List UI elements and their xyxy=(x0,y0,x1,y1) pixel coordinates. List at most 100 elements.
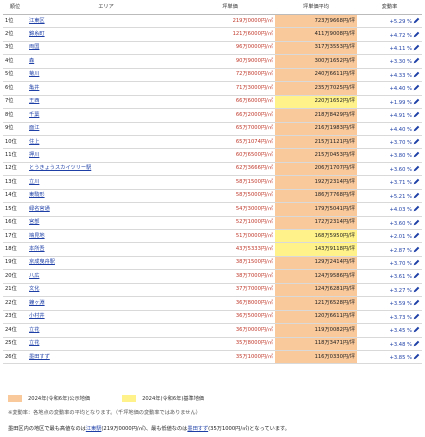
area-cell: 菊川 xyxy=(27,68,185,83)
area-link[interactable]: 立花 xyxy=(29,327,39,333)
area-cell: 面江 xyxy=(27,122,185,136)
pen-icon[interactable] xyxy=(413,232,420,239)
table-row: 9位 面江 65万7000円/㎡ 216万1983円/坪 +4.40 % xyxy=(3,122,422,136)
pen-icon[interactable] xyxy=(413,138,420,145)
pen-icon[interactable] xyxy=(413,299,420,306)
tsubo-price-cell: 300万1652円/坪 xyxy=(275,54,357,69)
area-link[interactable]: 両国 xyxy=(29,44,39,50)
pen-icon[interactable] xyxy=(413,259,420,266)
land-price-cell: 219万0000円/㎡ xyxy=(185,14,275,29)
land-price-cell: 38万1500円/㎡ xyxy=(185,256,275,271)
area-link[interactable]: 京成曳舟駅 xyxy=(29,259,55,265)
area-link[interactable]: 錦糸町 xyxy=(29,31,45,37)
pen-icon[interactable] xyxy=(413,17,420,24)
pen-icon[interactable] xyxy=(413,192,420,199)
tsubo-price-cell: 411万9008円/坪 xyxy=(275,27,357,42)
change-rate-cell: +3.61 % xyxy=(357,269,422,284)
rank-cell: 9位 xyxy=(3,122,27,136)
land-price-cell: 52万1000円/㎡ xyxy=(185,216,275,231)
change-rate-value: +4.72 % xyxy=(389,32,412,39)
change-rate-cell: +3.30 % xyxy=(357,54,422,69)
lowest-area-link[interactable]: 墨田すず xyxy=(187,426,208,432)
pen-icon[interactable] xyxy=(413,205,420,212)
land-price-cell: 37万7000円/㎡ xyxy=(185,283,275,298)
change-rate-cell: +2.87 % xyxy=(357,242,422,257)
area-link[interactable]: 文化 xyxy=(29,286,39,292)
area-link[interactable]: 墨田すず xyxy=(29,354,50,360)
tsubo-price-cell: 723万9668円/坪 xyxy=(275,14,357,29)
area-link[interactable]: 森 xyxy=(29,58,34,64)
land-price-cell: 71万3000円/㎡ xyxy=(185,81,275,96)
pen-icon[interactable] xyxy=(413,98,420,105)
area-link[interactable]: 鐘ヶ淵 xyxy=(29,300,45,306)
change-rate-cell: +3.73 % xyxy=(357,310,422,325)
pen-icon[interactable] xyxy=(413,246,420,253)
area-link[interactable]: 東駒形 xyxy=(29,192,45,198)
area-link[interactable]: 鳩見地 xyxy=(29,233,45,239)
rank-cell: 2位 xyxy=(3,27,27,42)
table-row: 23位 小村井 36万5000円/㎡ 120万6611円/坪 +3.73 % xyxy=(3,310,422,325)
pen-icon[interactable] xyxy=(413,165,420,172)
highest-area-link[interactable]: 江東駅 xyxy=(86,426,102,432)
change-rate-value: +5.29 % xyxy=(389,19,412,26)
rank-cell: 6位 xyxy=(3,81,27,96)
pen-icon[interactable] xyxy=(413,272,420,279)
area-link[interactable]: 面江 xyxy=(29,125,39,131)
legend-label-standard-price: 2024年(令和6年)基準地価 xyxy=(142,396,205,402)
change-rate-value: +3.61 % xyxy=(389,274,412,281)
pen-icon[interactable] xyxy=(413,286,420,293)
area-cell: 錦糸町 xyxy=(27,27,185,42)
area-link[interactable]: 江東区 xyxy=(29,18,45,24)
change-rate-cell: +3.60 % xyxy=(357,162,422,177)
pen-icon[interactable] xyxy=(413,340,420,347)
pen-icon[interactable] xyxy=(413,326,420,333)
pen-icon[interactable] xyxy=(413,71,420,78)
pen-icon[interactable] xyxy=(413,313,420,320)
change-rate-value: +3.70 % xyxy=(389,140,412,147)
land-price-cell: 60万6500円/㎡ xyxy=(185,148,275,163)
change-rate-cell: +4.72 % xyxy=(357,27,422,42)
area-link[interactable]: 立花 xyxy=(29,340,39,346)
area-link[interactable]: 宮部 xyxy=(29,219,39,225)
area-cell: 両国 xyxy=(27,41,185,56)
area-link[interactable]: 千葉 xyxy=(29,112,39,118)
area-link[interactable]: 八広 xyxy=(29,273,39,279)
pen-icon[interactable] xyxy=(413,111,420,118)
header-area: エリア xyxy=(27,2,185,15)
area-link[interactable]: 本所吾 xyxy=(29,246,45,252)
area-link[interactable]: 緑名宮通 xyxy=(29,206,50,212)
area-link[interactable]: 押川 xyxy=(29,152,39,158)
rank-cell: 22位 xyxy=(3,296,27,311)
pen-icon[interactable] xyxy=(413,353,420,360)
change-rate-cell: +2.01 % xyxy=(357,229,422,244)
change-rate-cell: +3.71 % xyxy=(357,175,422,190)
pen-icon[interactable] xyxy=(413,84,420,91)
area-link[interactable]: 立川 xyxy=(29,179,39,185)
change-rate-value: +4.03 % xyxy=(389,207,412,214)
pen-icon[interactable] xyxy=(413,219,420,226)
change-rate-value: +4.40 % xyxy=(389,126,412,133)
area-link[interactable]: 住上 xyxy=(29,139,39,145)
pen-icon[interactable] xyxy=(413,44,420,51)
pen-icon[interactable] xyxy=(413,31,420,38)
table-row: 10位 住上 65万1074円/㎡ 215万1121円/坪 +3.70 % xyxy=(3,135,422,150)
change-rate-value: +3.71 % xyxy=(389,180,412,187)
pen-icon[interactable] xyxy=(413,125,420,132)
legend-label-public-price: 2024年(令和6年)公示地価 xyxy=(28,396,91,402)
area-link[interactable]: 王西 xyxy=(29,98,39,104)
area-cell: 立花 xyxy=(27,323,185,338)
pen-icon[interactable] xyxy=(413,151,420,158)
tsubo-price-cell: 179万5041円/坪 xyxy=(275,202,357,217)
change-rate-value: +3.48 % xyxy=(389,341,412,348)
area-link[interactable]: 亀井 xyxy=(29,85,39,91)
area-link[interactable]: 小村井 xyxy=(29,313,45,319)
rank-cell: 4位 xyxy=(3,54,27,69)
change-rate-value: +4.33 % xyxy=(389,72,412,79)
land-price-cell: 90万9000円/㎡ xyxy=(185,54,275,69)
pen-icon[interactable] xyxy=(413,57,420,64)
land-price-cell: 51万0000円/㎡ xyxy=(185,229,275,244)
area-link[interactable]: とうきょうスカイツリー駅 xyxy=(29,165,91,171)
area-link[interactable]: 菊川 xyxy=(29,71,39,77)
pen-icon[interactable] xyxy=(413,178,420,185)
area-cell: 森 xyxy=(27,54,185,69)
